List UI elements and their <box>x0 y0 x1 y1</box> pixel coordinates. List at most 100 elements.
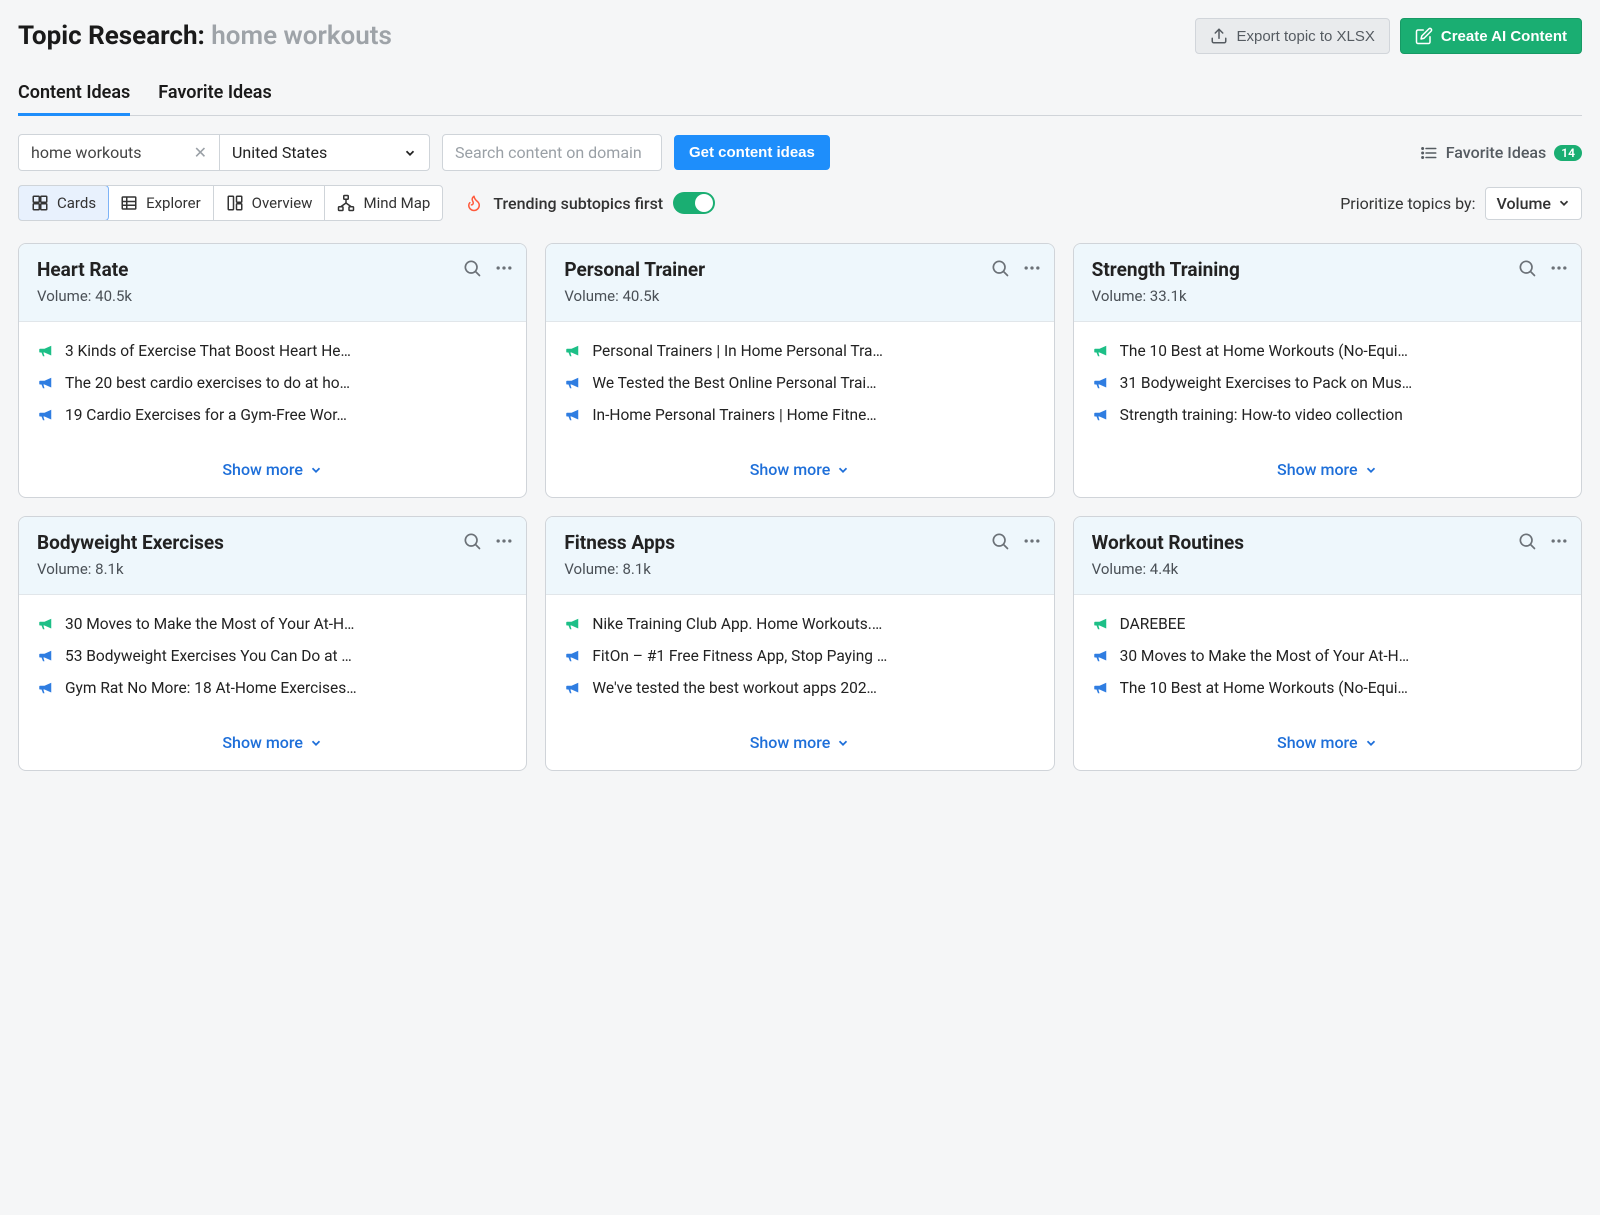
chevron-down-icon <box>309 736 323 750</box>
card-more-icon[interactable] <box>1549 531 1569 551</box>
idea-row[interactable]: 31 Bodyweight Exercises to Pack on Mus… <box>1092 374 1563 392</box>
idea-row[interactable]: Gym Rat No More: 18 At-Home Exercises… <box>37 679 508 697</box>
topic-card: Fitness AppsVolume: 8.1kNike Training Cl… <box>545 516 1054 771</box>
megaphone-icon <box>1092 615 1110 633</box>
card-more-icon[interactable] <box>1022 258 1042 278</box>
chevron-down-icon <box>836 463 850 477</box>
idea-text: FitOn – #1 Free Fitness App, Stop Paying… <box>592 647 1035 665</box>
country-select[interactable]: United States <box>219 135 429 170</box>
idea-row[interactable]: 30 Moves to Make the Most of Your At-H… <box>37 615 508 633</box>
card-search-icon[interactable] <box>990 531 1010 551</box>
table-icon <box>120 194 138 212</box>
idea-row[interactable]: We Tested the Best Online Personal Trai… <box>564 374 1035 392</box>
card-volume: Volume: 8.1k <box>37 560 508 578</box>
card-more-icon[interactable] <box>1022 531 1042 551</box>
show-more-button[interactable]: Show more <box>546 719 1053 770</box>
card-head: Strength Training Volume: 33.1k <box>1074 244 1581 322</box>
show-more-button[interactable]: Show more <box>19 719 526 770</box>
megaphone-icon <box>564 679 582 697</box>
view-mindmap[interactable]: Mind Map <box>325 186 442 220</box>
card-search-icon[interactable] <box>462 531 482 551</box>
idea-row[interactable]: 3 Kinds of Exercise That Boost Heart He… <box>37 342 508 360</box>
card-title: Heart Rate <box>37 258 508 281</box>
favorite-count-badge: 14 <box>1554 145 1582 161</box>
favorite-ideas-link[interactable]: Favorite Ideas 14 <box>1420 143 1582 162</box>
idea-text: 30 Moves to Make the Most of Your At-H… <box>1120 647 1563 665</box>
get-content-ideas-button[interactable]: Get content ideas <box>674 135 830 170</box>
create-ai-content-button[interactable]: Create AI Content <box>1400 18 1582 54</box>
card-body: 30 Moves to Make the Most of Your At-H… 5… <box>19 595 526 719</box>
card-more-icon[interactable] <box>494 531 514 551</box>
create-label: Create AI Content <box>1441 28 1567 45</box>
prioritize-value: Volume <box>1496 194 1551 213</box>
keyword-input[interactable]: home workouts ✕ <box>19 135 219 170</box>
idea-row[interactable]: FitOn – #1 Free Fitness App, Stop Paying… <box>564 647 1035 665</box>
card-head: Personal TrainerVolume: 40.5k <box>546 244 1053 322</box>
megaphone-icon <box>37 342 55 360</box>
idea-row[interactable]: The 20 best cardio exercises to do at ho… <box>37 374 508 392</box>
idea-text: DAREBEE <box>1120 615 1563 633</box>
card-body: Nike Training Club App. Home Workouts.… F… <box>546 595 1053 719</box>
tab-content-ideas[interactable]: Content Ideas <box>18 82 130 116</box>
idea-row[interactable]: We've tested the best workout apps 202… <box>564 679 1035 697</box>
trending-toggle[interactable] <box>673 192 715 214</box>
card-more-icon[interactable] <box>1549 258 1569 278</box>
show-more-button[interactable]: Show more <box>19 446 526 497</box>
idea-text: Gym Rat No More: 18 At-Home Exercises… <box>65 679 508 697</box>
prioritize-select[interactable]: Volume <box>1485 187 1582 220</box>
export-xlsx-button[interactable]: Export topic to XLSX <box>1195 18 1389 54</box>
list-icon <box>1420 144 1438 162</box>
card-body: DAREBEE 30 Moves to Make the Most of Your… <box>1074 595 1581 719</box>
idea-row[interactable]: The 10 Best at Home Workouts (No-Equi… <box>1092 342 1563 360</box>
show-more-label: Show more <box>1277 733 1358 752</box>
domain-search-input[interactable]: Search content on domain <box>442 134 662 171</box>
idea-row[interactable]: 53 Bodyweight Exercises You Can Do at … <box>37 647 508 665</box>
idea-text: Nike Training Club App. Home Workouts.… <box>592 615 1035 633</box>
card-search-icon[interactable] <box>1517 258 1537 278</box>
idea-row[interactable]: In-Home Personal Trainers | Home Fitne… <box>564 406 1035 424</box>
topic-card: Workout RoutinesVolume: 4.4kDAREBEE30 Mo… <box>1073 516 1582 771</box>
show-more-button[interactable]: Show more <box>1074 446 1581 497</box>
card-title: Fitness Apps <box>564 531 1035 554</box>
card-title: Strength Training <box>1092 258 1563 281</box>
chevron-down-icon <box>1364 736 1378 750</box>
idea-row[interactable]: 30 Moves to Make the Most of Your At-H… <box>1092 647 1563 665</box>
get-ideas-label: Get content ideas <box>689 144 815 161</box>
megaphone-icon <box>564 647 582 665</box>
megaphone-icon <box>564 342 582 360</box>
chevron-down-icon <box>403 146 417 160</box>
view-cards-label: Cards <box>57 194 96 212</box>
prioritize-label: Prioritize topics by: <box>1340 194 1475 213</box>
idea-text: 31 Bodyweight Exercises to Pack on Mus… <box>1120 374 1563 392</box>
tab-favorite-ideas[interactable]: Favorite Ideas <box>158 82 271 116</box>
idea-text: In-Home Personal Trainers | Home Fitne… <box>592 406 1035 424</box>
view-mindmap-label: Mind Map <box>363 194 430 212</box>
card-volume: Volume: 40.5k <box>564 287 1035 305</box>
card-volume: Volume: 40.5k <box>37 287 508 305</box>
card-volume: Volume: 33.1k <box>1092 287 1563 305</box>
show-more-label: Show more <box>750 733 831 752</box>
card-search-icon[interactable] <box>1517 531 1537 551</box>
card-head: Bodyweight ExercisesVolume: 8.1k <box>19 517 526 595</box>
view-overview[interactable]: Overview <box>214 186 326 220</box>
card-search-icon[interactable] <box>990 258 1010 278</box>
cards-icon <box>31 194 49 212</box>
card-body: 3 Kinds of Exercise That Boost Heart He…… <box>19 322 526 446</box>
idea-row[interactable]: Nike Training Club App. Home Workouts.… <box>564 615 1035 633</box>
idea-row[interactable]: The 10 Best at Home Workouts (No-Equi… <box>1092 679 1563 697</box>
idea-text: 30 Moves to Make the Most of Your At-H… <box>65 615 508 633</box>
card-search-icon[interactable] <box>462 258 482 278</box>
megaphone-icon <box>37 406 55 424</box>
idea-row[interactable]: Personal Trainers | In Home Personal Tra… <box>564 342 1035 360</box>
idea-row[interactable]: 19 Cardio Exercises for a Gym-Free Wor… <box>37 406 508 424</box>
show-more-button[interactable]: Show more <box>546 446 1053 497</box>
view-cards[interactable]: Cards <box>18 185 109 221</box>
trending-label: Trending subtopics first <box>493 194 663 213</box>
idea-row[interactable]: DAREBEE <box>1092 615 1563 633</box>
card-more-icon[interactable] <box>494 258 514 278</box>
megaphone-icon <box>37 615 55 633</box>
show-more-button[interactable]: Show more <box>1074 719 1581 770</box>
view-explorer[interactable]: Explorer <box>108 186 214 220</box>
idea-row[interactable]: Strength training: How-to video collecti… <box>1092 406 1563 424</box>
clear-keyword-icon[interactable]: ✕ <box>194 143 207 162</box>
